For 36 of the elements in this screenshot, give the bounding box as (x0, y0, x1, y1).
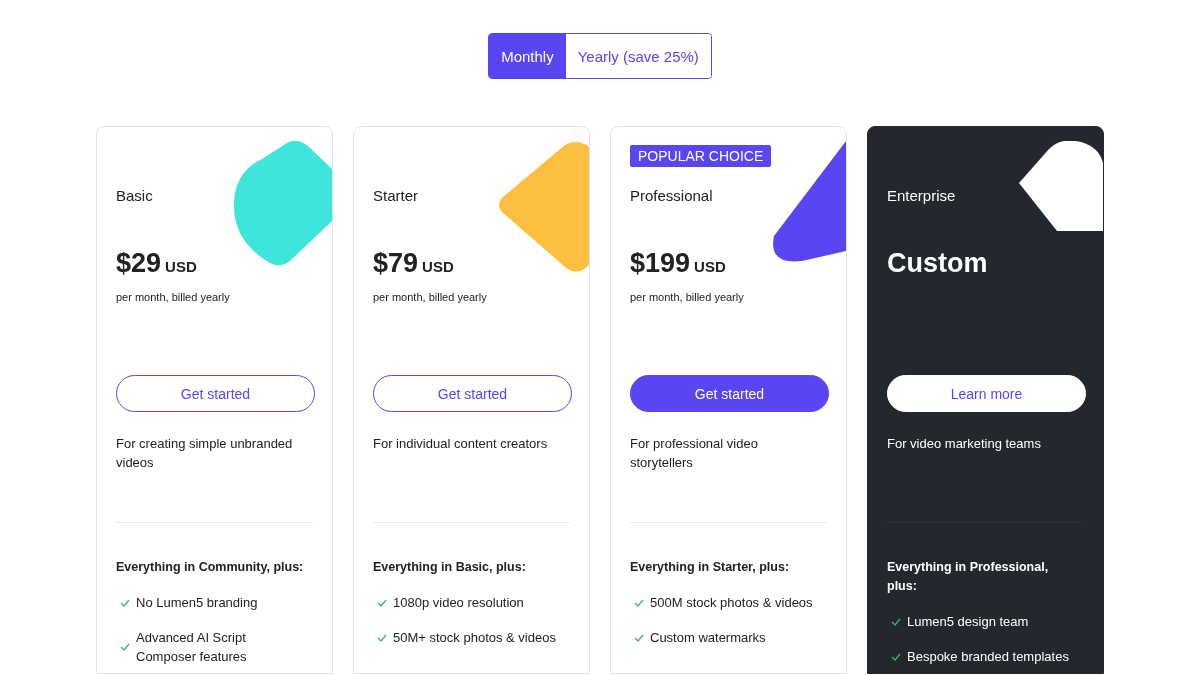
price-currency: USD (165, 258, 197, 275)
price-currency: USD (422, 258, 454, 275)
plan-name: Professional (630, 187, 713, 204)
features-heading: Everything in Professional, plus: (887, 559, 1050, 595)
feature-text: Lumen5 design team (907, 613, 1029, 631)
plan-price: $199 (630, 248, 691, 279)
features-heading: Everything in Community, plus: (116, 559, 305, 576)
price-currency: USD (694, 258, 726, 275)
feature-text: Advanced AI Script Composer features (136, 629, 248, 666)
feature-text: 500M stock photos & videos (650, 594, 813, 612)
plan-name: Basic (116, 187, 153, 204)
feature-text: 1080p video resolution (393, 594, 524, 612)
plan-description: For individual content creators (373, 435, 549, 453)
feature-text: Bespoke branded templates (907, 648, 1069, 666)
billing-toggle-option[interactable]: Monthly (489, 34, 566, 78)
plan-description: For video marketing teams (887, 435, 1042, 453)
plan-button[interactable]: Learn more (887, 375, 1086, 412)
feature-text: 50M+ stock photos & videos (393, 629, 556, 647)
plan-description: For professional video storytellers (630, 435, 759, 472)
plan-price: Custom (887, 248, 988, 279)
plan-price: $29 (116, 248, 162, 279)
plan-price: $79 (373, 248, 419, 279)
popular-badge: POPULAR CHOICE (630, 145, 772, 167)
feature-text: No Lumen5 branding (136, 594, 258, 612)
plan-button[interactable]: Get started (630, 375, 829, 412)
billing-note: per month, billed yearly (630, 291, 744, 303)
plan-button[interactable]: Get started (116, 375, 315, 412)
billing-note: per month, billed yearly (373, 291, 487, 303)
plan-description: For creating simple unbranded videos (116, 435, 294, 472)
features-heading: Everything in Basic, plus: (373, 559, 527, 576)
features-heading: Everything in Starter, plus: (630, 559, 791, 576)
billing-note: per month, billed yearly (116, 291, 230, 303)
plan-button[interactable]: Get started (373, 375, 572, 412)
plan-name: Starter (373, 187, 418, 204)
plan-name: Enterprise (887, 187, 956, 204)
feature-text: Custom watermarks (650, 629, 766, 647)
